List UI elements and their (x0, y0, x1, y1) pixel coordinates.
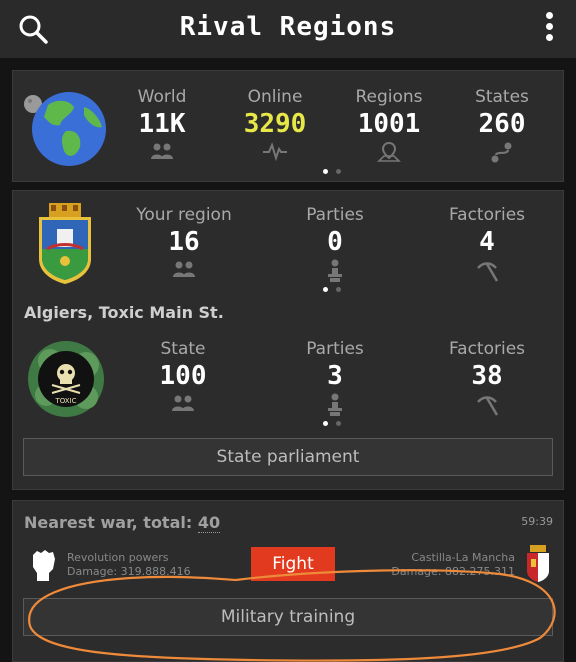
globe-icon (24, 92, 106, 166)
stat-regions-label: Regions (355, 87, 423, 107)
war-total-link[interactable]: 40 (197, 513, 221, 533)
stat-state-parties-label: Parties (306, 339, 364, 359)
stat-world: World 11K (129, 87, 195, 165)
stat-state-parties-value: 3 (327, 361, 343, 391)
war-right-damage: Damage: 882.275.311 (391, 565, 515, 578)
stat-your-region-value: 16 (168, 227, 200, 257)
stat-region-factories: Factories 4 (441, 205, 533, 283)
app-title: Rival Regions (179, 12, 397, 42)
carousel-dots[interactable] (323, 169, 341, 174)
region-card: Your region 16 Parties 0 Factories 4 Alg… (12, 190, 564, 490)
pulse-icon (263, 142, 287, 161)
stat-online: Online 3290 (237, 87, 313, 165)
stat-state-label: State (160, 339, 206, 359)
stat-state-factories-label: Factories (448, 339, 526, 359)
war-title: Nearest war, total: 40 (24, 513, 221, 533)
route-icon (491, 142, 512, 163)
svg-text:TOXIC: TOXIC (54, 397, 76, 405)
state-parliament-button[interactable]: State parliament (23, 438, 553, 476)
stat-state: State 100 (149, 339, 217, 417)
stat-your-region: Your region 16 (131, 205, 237, 283)
war-left-damage: Damage: 319.888.416 (67, 565, 191, 578)
more-menu-icon[interactable] (546, 12, 554, 44)
stat-region-parties-label: Parties (306, 205, 364, 225)
stat-region-factories-value: 4 (479, 227, 495, 257)
stat-online-label: Online (247, 87, 303, 107)
military-training-button[interactable]: Military training (23, 598, 553, 636)
region-location[interactable]: Algiers, Toxic Main St. (24, 303, 224, 322)
top-bar: Rival Regions (0, 0, 576, 58)
stat-states-label: States (475, 87, 529, 107)
fight-button[interactable]: Fight (251, 547, 335, 581)
stat-region-parties-value: 0 (327, 227, 343, 257)
war-timer: 59:39 (521, 515, 553, 528)
war-card: Nearest war, total: 40 59:39 Revolution … (12, 500, 564, 662)
state-emblem-icon: TOXIC (28, 341, 104, 417)
pickaxe-icon (477, 262, 499, 282)
people-icon (173, 261, 195, 277)
carousel-dots[interactable] (323, 421, 341, 426)
war-title-label: Nearest war, total: (24, 513, 193, 532)
stat-regions-value: 1001 (357, 109, 421, 139)
world-stats-card: World 11K Online 3290 Regions 1001 State… (12, 70, 564, 182)
war-right-side: Castilla-La Mancha (411, 551, 515, 564)
stat-state-factories: Factories 38 (441, 339, 533, 417)
people-icon (151, 143, 173, 159)
stat-region-factories-label: Factories (448, 205, 526, 225)
stat-states-value: 260 (478, 109, 526, 139)
stat-state-value: 100 (159, 361, 207, 391)
stat-your-region-label: Your region (136, 205, 232, 225)
stat-region-parties: Parties 0 (297, 205, 373, 283)
stat-state-factories-value: 38 (471, 361, 503, 391)
map-pin-icon (377, 141, 401, 162)
castilla-coat-of-arms-icon (527, 545, 549, 582)
people-icon (172, 395, 194, 411)
pickaxe-icon (477, 396, 499, 416)
war-left-side: Revolution powers (67, 551, 169, 564)
party-icon (328, 393, 342, 416)
region-coat-of-arms-icon (39, 203, 91, 284)
party-icon (328, 259, 342, 282)
stat-regions: Regions 1001 (349, 87, 429, 165)
stat-states: States 260 (465, 87, 539, 165)
stat-world-label: World (137, 87, 187, 107)
carousel-dots[interactable] (323, 287, 341, 292)
raised-fist-icon (33, 550, 55, 581)
stat-online-value: 3290 (243, 109, 307, 139)
stat-state-parties: Parties 3 (297, 339, 373, 417)
stat-world-value: 11K (138, 109, 186, 139)
